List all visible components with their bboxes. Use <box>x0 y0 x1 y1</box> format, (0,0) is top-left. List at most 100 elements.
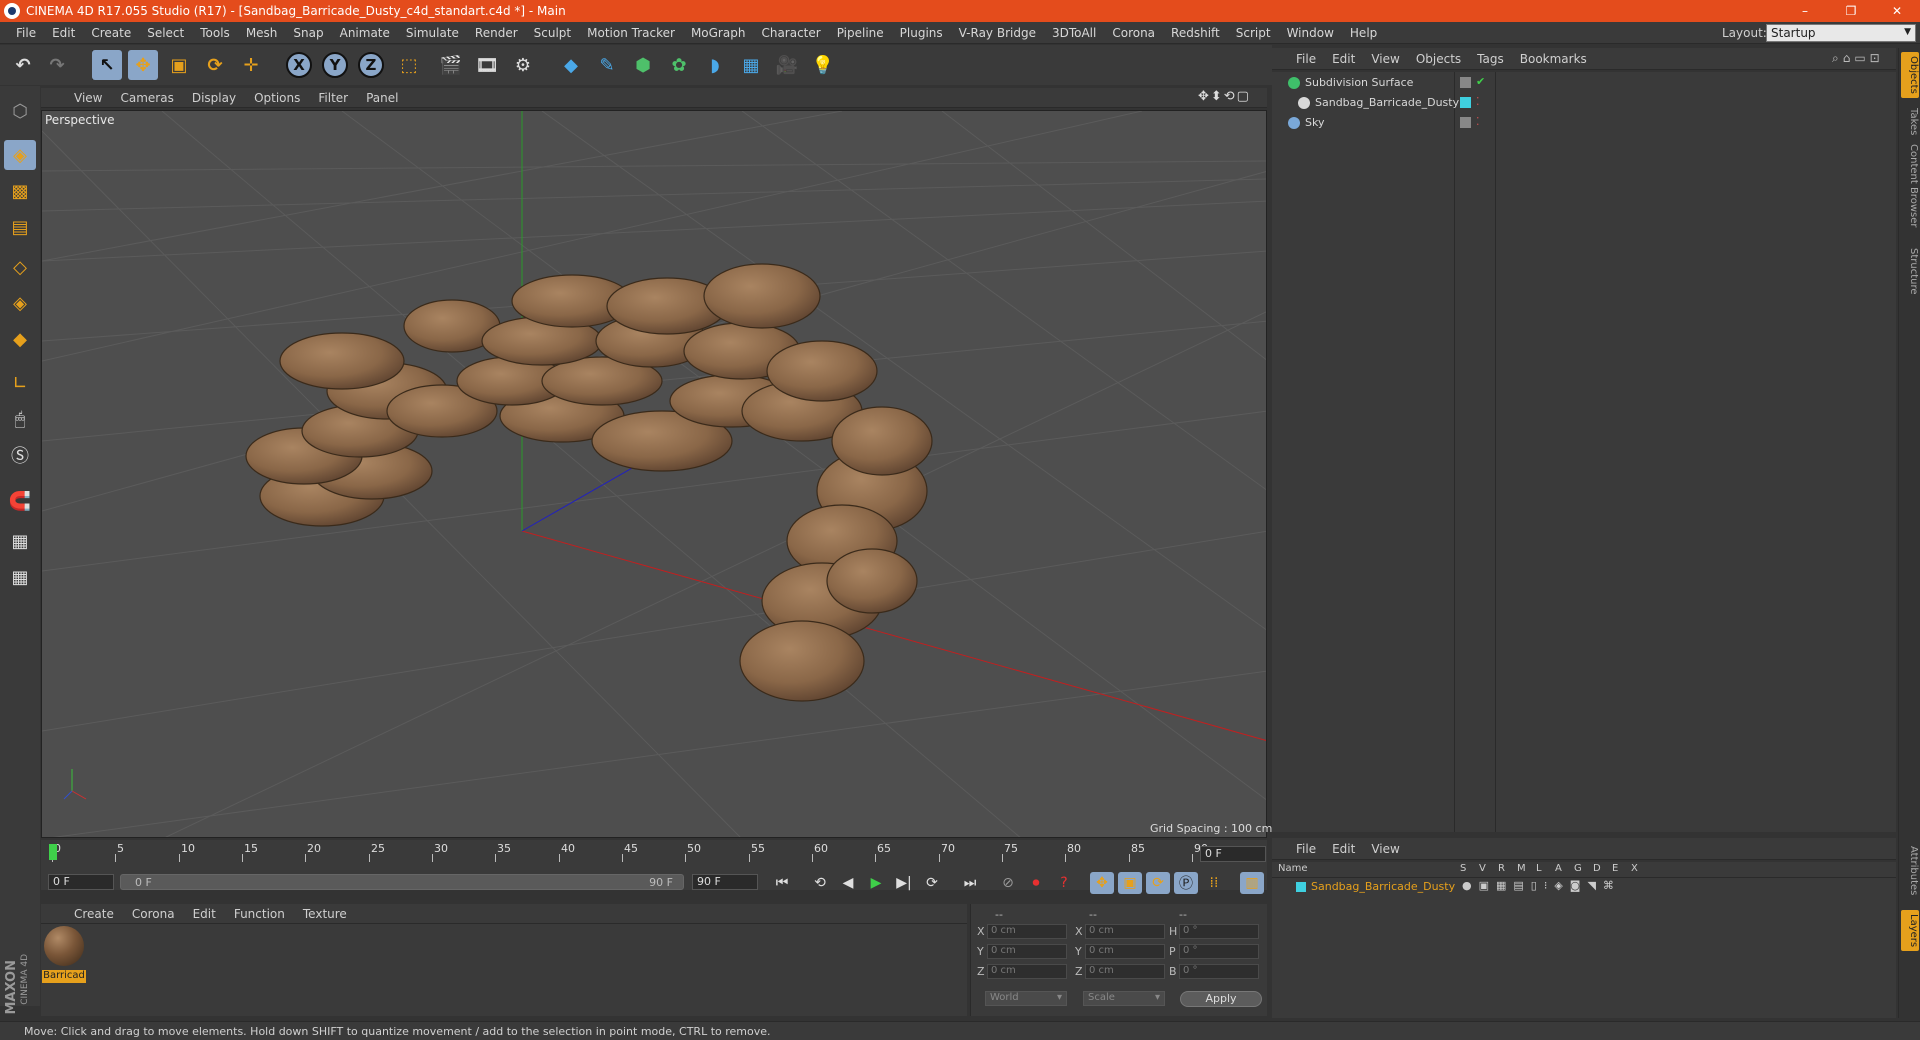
coord-value-field[interactable]: 0 cm <box>987 924 1067 939</box>
current-frame-field[interactable]: 0 F <box>1200 846 1266 862</box>
coord-value-field[interactable]: 0 ° <box>1179 924 1259 939</box>
model-mode-button[interactable]: ◈ <box>4 140 36 170</box>
key-rotation-icon[interactable]: ⟳ <box>1146 872 1170 894</box>
object-manager-tool-icons[interactable]: ⌕⌂▭⊡ <box>1832 51 1884 66</box>
make-editable-button[interactable]: ⬡ <box>4 96 36 126</box>
menu-animate[interactable]: Animate <box>332 26 398 40</box>
menu-3dtoall[interactable]: 3DToAll <box>1044 26 1104 40</box>
layer-menu-file[interactable]: File <box>1288 842 1324 856</box>
object-menu-tags[interactable]: Tags <box>1469 52 1512 66</box>
coordinate-mode-dropdown[interactable]: World ▾ <box>985 991 1067 1006</box>
timeline-window-icon[interactable]: ▥ <box>1240 872 1264 894</box>
size-mode-dropdown[interactable]: Scale ▾ <box>1083 991 1165 1006</box>
material-manager-area[interactable] <box>41 924 967 1016</box>
rotate-tool-button[interactable]: ⟳ <box>200 50 230 80</box>
go-to-end-icon[interactable]: ⏭ <box>958 872 982 894</box>
menu-select[interactable]: Select <box>139 26 192 40</box>
tweak-mode-button[interactable]: 🖱 <box>4 404 36 434</box>
menu-tools[interactable]: Tools <box>192 26 238 40</box>
coordinate-system-button[interactable]: ⬚ <box>394 50 424 80</box>
object-menu-bookmarks[interactable]: Bookmarks <box>1512 52 1595 66</box>
menu-mograph[interactable]: MoGraph <box>683 26 754 40</box>
live-selection-button[interactable]: ↖ <box>92 50 122 80</box>
enabled-check-icon[interactable]: ✔ <box>1476 75 1485 88</box>
tab-objects[interactable]: Objects <box>1901 52 1919 98</box>
move-tool-button[interactable]: ✥ <box>128 50 158 80</box>
menu-motion-tracker[interactable]: Motion Tracker <box>579 26 683 40</box>
key-scale-icon[interactable]: ▣ <box>1118 872 1142 894</box>
redo-button[interactable]: ↷ <box>42 50 72 80</box>
axis-mode-button[interactable]: ∟ <box>4 368 36 398</box>
light-button[interactable]: 💡 <box>808 50 838 80</box>
layer-toggle-icons[interactable]: ●▣▦▤▯⁝◈◙◥⌘ <box>1462 879 1621 892</box>
z-axis-lock-button[interactable]: Z <box>358 52 384 78</box>
coord-value-field[interactable]: 0 cm <box>987 944 1067 959</box>
snap-enable-button[interactable]: 🧲 <box>4 486 36 516</box>
tab-takes[interactable]: Takes <box>1901 104 1919 139</box>
menu-render[interactable]: Render <box>467 26 526 40</box>
viewport-menu-filter[interactable]: Filter <box>309 91 357 105</box>
material-menu-texture[interactable]: Texture <box>294 907 356 921</box>
viewport-menu-panel[interactable]: Panel <box>357 91 407 105</box>
object-row[interactable]: Sandbag_Barricade_Dusty ⁚ <box>1272 94 1896 112</box>
menu-sculpt[interactable]: Sculpt <box>526 26 579 40</box>
material-name[interactable]: Barricad <box>42 970 86 983</box>
scale-tool-button[interactable]: ▣ <box>164 50 194 80</box>
range-slider[interactable]: 0 F 90 F <box>120 874 684 890</box>
spline-pen-button[interactable]: ✎ <box>592 50 622 80</box>
recent-tools-button[interactable]: ✛ <box>236 50 266 80</box>
edges-mode-button[interactable]: ◈ <box>4 288 36 318</box>
object-menu-edit[interactable]: Edit <box>1324 52 1363 66</box>
record-keys-icon[interactable]: ⊘ <box>996 872 1020 894</box>
object-row[interactable]: Subdivision Surface ✔ <box>1272 74 1896 92</box>
solo-mode-button[interactable]: Ⓢ <box>4 440 36 470</box>
menu-simulate[interactable]: Simulate <box>398 26 467 40</box>
material-menu-corona[interactable]: Corona <box>123 907 184 921</box>
layer-menu-edit[interactable]: Edit <box>1324 842 1363 856</box>
menu-plugins[interactable]: Plugins <box>892 26 951 40</box>
playhead[interactable] <box>49 844 57 860</box>
texture-mode-button[interactable]: ▩ <box>4 176 36 206</box>
menu-help[interactable]: Help <box>1342 26 1385 40</box>
viewport-menu-view[interactable]: View <box>65 91 111 105</box>
object-row[interactable]: Sky ⁚ <box>1272 114 1896 132</box>
lock-workplane-button[interactable]: ▦ <box>4 526 36 556</box>
close-button[interactable]: ✕ <box>1874 0 1920 22</box>
menu-v-ray-bridge[interactable]: V-Ray Bridge <box>951 26 1044 40</box>
layer-color-tag[interactable] <box>1460 97 1471 108</box>
next-key-icon[interactable]: ⟳ <box>920 872 944 894</box>
material-preview-thumbnail[interactable] <box>44 926 84 966</box>
coord-value-field[interactable]: 0 cm <box>1085 944 1165 959</box>
workplane-mode-button[interactable]: ▤ <box>4 212 36 242</box>
coord-value-field[interactable]: 0 cm <box>1085 924 1165 939</box>
range-start-field[interactable]: 0 F <box>48 874 114 890</box>
layer-column-header[interactable]: E <box>1612 863 1618 874</box>
tab-structure[interactable]: Structure <box>1901 244 1919 299</box>
perspective-viewport[interactable] <box>41 110 1267 838</box>
menu-character[interactable]: Character <box>753 26 828 40</box>
viewport-menu-cameras[interactable]: Cameras <box>111 91 182 105</box>
camera-button[interactable]: 🎥 <box>772 50 802 80</box>
layer-column-header[interactable]: R <box>1498 863 1505 874</box>
object-menu-file[interactable]: File <box>1288 52 1324 66</box>
apply-button[interactable]: Apply <box>1180 991 1262 1007</box>
y-axis-lock-button[interactable]: Y <box>322 52 348 78</box>
layer-column-header[interactable]: V <box>1479 863 1486 874</box>
undo-button[interactable]: ↶ <box>8 50 38 80</box>
key-parameter-icon[interactable]: Ⓟ <box>1174 872 1198 894</box>
layer-menu-view[interactable]: View <box>1363 842 1407 856</box>
play-icon[interactable]: ▶ <box>864 872 888 894</box>
cube-object-button[interactable]: ◆ <box>556 50 586 80</box>
coord-value-field[interactable]: 0 cm <box>987 964 1067 979</box>
timeline-ruler[interactable]: 051015202530354045505560657075808590 <box>49 842 1208 862</box>
layer-column-header[interactable]: A <box>1555 863 1562 874</box>
menu-script[interactable]: Script <box>1228 26 1279 40</box>
layer-manager-list[interactable] <box>1272 878 1896 1018</box>
visibility-toggle-icon[interactable] <box>1460 117 1471 128</box>
layer-column-header[interactable]: D <box>1593 863 1601 874</box>
range-end-field[interactable]: 90 F <box>692 874 758 890</box>
points-mode-button[interactable]: ◇ <box>4 252 36 282</box>
x-axis-lock-button[interactable]: X <box>286 52 312 78</box>
layer-column-header[interactable]: Name <box>1278 863 1308 874</box>
step-back-icon[interactable]: ◀ <box>836 872 860 894</box>
